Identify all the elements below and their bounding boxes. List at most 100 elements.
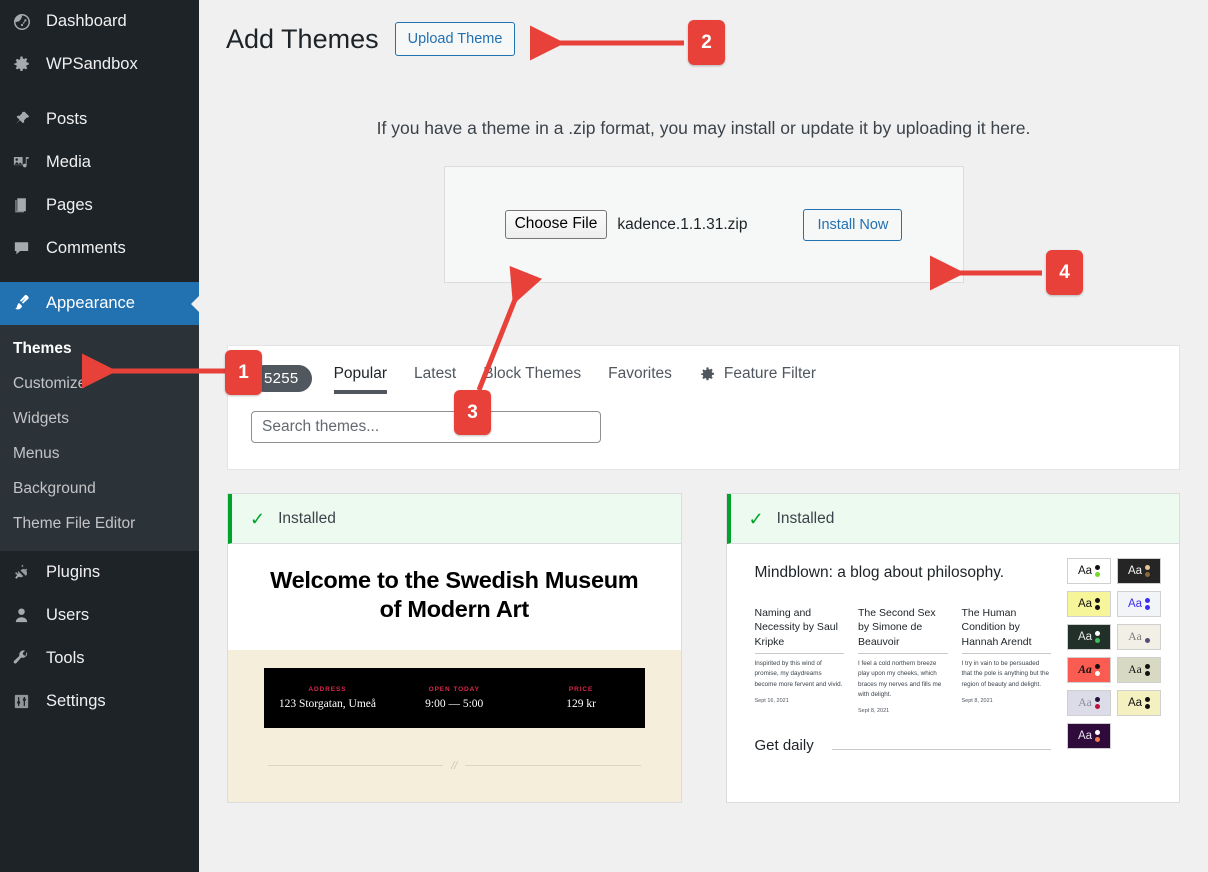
style-variation-swatch[interactable]: Aa [1067,723,1111,750]
swatch-dots [1095,631,1101,644]
swatch-dot [1095,605,1101,611]
brush-icon [12,294,42,314]
swatch-label: Aa [1127,697,1143,710]
sidebar-item-settings[interactable]: Settings [0,680,199,723]
gear-icon [12,55,42,75]
submenu-item-menus[interactable]: Menus [0,436,199,471]
sidebar-item-comments[interactable]: Comments [0,227,199,270]
style-variation-swatch[interactable]: Aa [1117,558,1161,585]
style-variation-swatch[interactable]: Aa [1117,624,1161,651]
theme-preview-title: Mindblown: a blog about philosophy. [754,564,1005,582]
sidebar-item-label: Media [46,153,91,171]
sidebar-item-media[interactable]: Media [0,141,199,184]
swatch-label: Aa [1128,631,1142,644]
upload-theme-button[interactable]: Upload Theme [394,22,516,57]
tab-favorites[interactable]: Favorites [608,362,672,394]
separator-mark: // [451,759,458,772]
theme-card[interactable]: ✓ Installed Welcome to the Swedish Museu… [227,493,682,803]
info-label: ADDRESS [308,685,347,693]
sidebar-item-posts[interactable]: Posts [0,98,199,141]
installed-label: Installed [278,509,336,527]
style-variation-swatch[interactable]: Aa [1067,624,1111,651]
style-variation-swatch[interactable]: Aa [1067,591,1111,618]
sidebar-item-dashboard[interactable]: Dashboard [0,0,199,43]
dashboard-icon [12,12,42,32]
swatch-dot [1094,664,1100,670]
submenu-item-background[interactable]: Background [0,471,199,506]
sidebar-item-pages[interactable]: Pages [0,184,199,227]
article-item: The Second Sex by Simone de Beauvoir I f… [858,606,948,714]
preview-separator: // [264,728,645,772]
article-title: The Second Sex by Simone de Beauvoir [858,606,948,654]
installed-label: Installed [776,509,835,527]
style-variation-swatch[interactable]: Aa [1117,657,1161,684]
style-variation-swatch[interactable]: Aa [1117,591,1161,618]
swatch-dot [1095,730,1101,736]
submenu-label: Widgets [13,409,69,427]
install-now-button[interactable]: Install Now [803,208,903,241]
sidebar-item-label: Appearance [46,294,135,312]
submenu-label: Menus [13,444,60,462]
submenu-item-themes[interactable]: Themes [0,331,199,366]
swatch-dots [1145,697,1151,710]
tab-block-themes[interactable]: Block Themes [483,362,581,394]
separator-line [268,765,444,767]
info-value: 129 kr [566,697,596,710]
swatch-dot [1145,704,1151,710]
article-title: Naming and Necessity by Saul Kripke [754,606,844,654]
style-variation-swatch[interactable]: Aa [1067,558,1111,585]
swatch-dots [1094,664,1100,677]
plug-icon [12,563,42,583]
info-label: OPEN TODAY [428,685,480,693]
swatch-dot [1094,697,1100,703]
style-variation-swatch[interactable]: Aa [1067,690,1111,717]
comment-icon [12,239,42,259]
article-item: The Human Condition by Hannah Arendt I t… [961,606,1051,714]
sidebar-item-label: Users [46,606,90,624]
swatch-dots [1144,664,1150,677]
feature-filter-button[interactable]: Feature Filter [699,362,816,394]
submenu-item-widgets[interactable]: Widgets [0,401,199,436]
style-variation-swatch[interactable]: Aa [1067,657,1111,684]
submenu-item-theme-file-editor[interactable]: Theme File Editor [0,506,199,541]
user-icon [12,606,42,626]
swatch-dots [1094,697,1100,710]
tab-popular[interactable]: Popular [333,362,388,395]
info-value: 9:00 — 5:00 [425,697,484,710]
annotation-badge-1: 1 [225,350,262,395]
upload-instructions: If you have a theme in a .zip format, yo… [376,118,1031,139]
article-item: Naming and Necessity by Saul Kripke Insp… [754,606,844,714]
swatch-dot [1144,664,1150,670]
separator-line [465,765,641,767]
article-title: The Human Condition by Hannah Arendt [961,606,1051,654]
sidebar-item-label: Tools [46,649,85,667]
sidebar-item-label: WPSandbox [46,55,138,73]
submenu-item-customize[interactable]: Customize [0,366,199,401]
swatch-dot [1095,572,1101,578]
sidebar-item-label: Comments [46,239,126,257]
swatch-dot [1095,737,1101,743]
swatch-dot [1144,638,1150,644]
installed-notice: ✓ Installed [228,494,681,545]
swatch-dot [1145,572,1151,578]
info-value: 123 Storgatan, Umeå [278,697,377,710]
swatch-dots [1145,598,1151,611]
sidebar-item-wpsandbox[interactable]: WPSandbox [0,43,199,86]
style-variation-swatch[interactable]: Aa [1117,690,1161,717]
theme-card[interactable]: ✓ Installed Mindblown: a blog about phil… [725,493,1180,803]
search-row [228,394,1179,444]
sidebar-item-tools[interactable]: Tools [0,637,199,680]
theme-grid: ✓ Installed Welcome to the Swedish Museu… [227,493,1180,803]
swatch-dot [1145,565,1151,571]
sidebar-item-appearance[interactable]: Appearance [0,282,199,325]
search-input[interactable] [251,411,601,444]
sidebar-divider [0,86,199,98]
sidebar-divider [0,270,199,282]
tab-latest[interactable]: Latest [414,362,456,394]
swatch-dots [1144,631,1150,644]
choose-file-button[interactable]: Choose File [504,210,608,240]
gear-icon [699,366,716,383]
sidebar-item-users[interactable]: Users [0,594,199,637]
appearance-submenu: Themes Customize Widgets Menus Backgroun… [0,325,199,551]
sidebar-item-plugins[interactable]: Plugins [0,551,199,594]
